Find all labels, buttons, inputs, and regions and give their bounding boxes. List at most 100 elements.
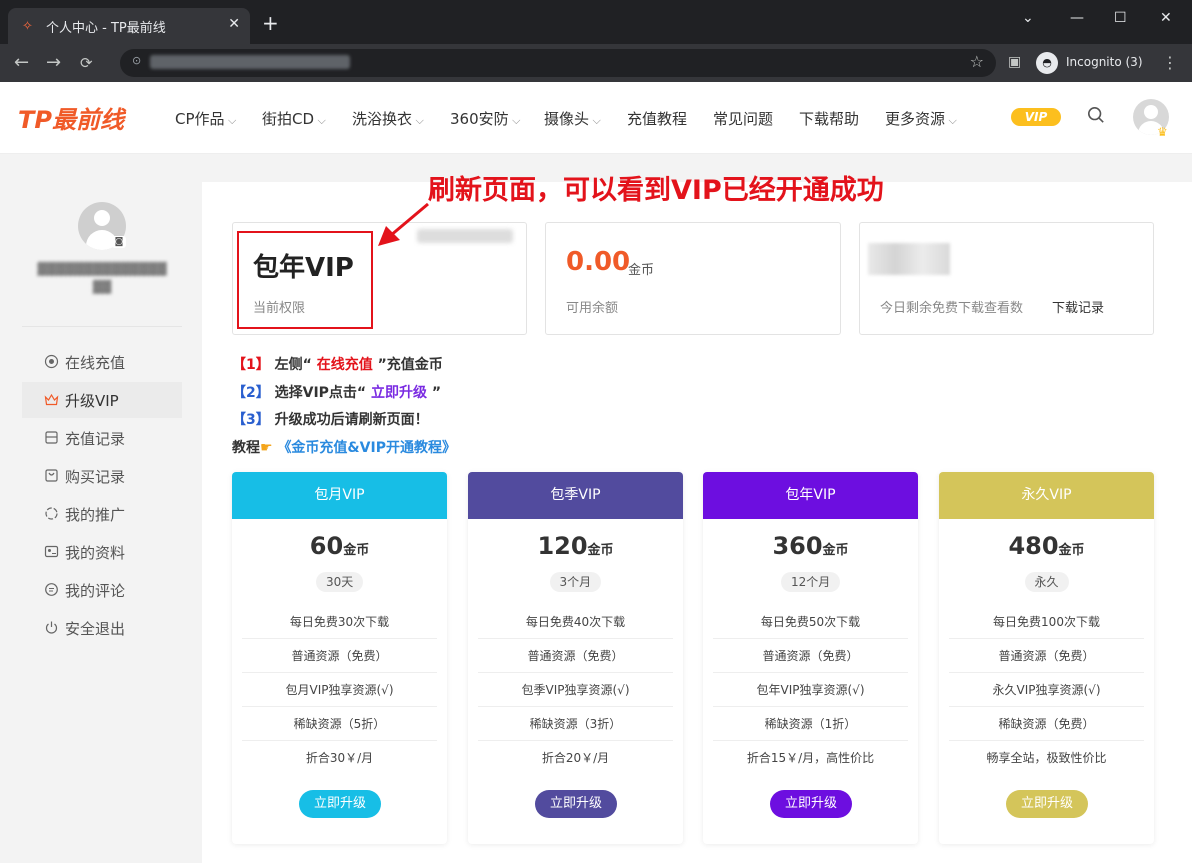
plan-feature: 稀缺资源（3折）	[478, 707, 673, 741]
plan-name: 永久VIP	[939, 472, 1154, 519]
close-tab-icon[interactable]: ✕	[228, 16, 240, 32]
upgrade-button[interactable]: 立即升级	[1006, 790, 1088, 818]
plan-feature: 折合30￥/月	[305, 751, 374, 765]
upgrade-button[interactable]: 立即升级	[299, 790, 381, 818]
sidebar-item-label: 充值记录	[65, 430, 126, 448]
tutorial-link[interactable]: 《金币充值&VIP开通教程》	[277, 440, 456, 456]
side-panel-icon[interactable]: ▣	[1008, 54, 1021, 70]
plan-feature: 每日免费100次下载	[949, 605, 1144, 639]
chevron-down-icon: ⌵	[412, 114, 424, 127]
sidebar-item-6[interactable]: 我的资料	[22, 534, 182, 570]
browser-tabbar: ✧ 个人中心 - TP最前线 ✕ + ⌄ — ☐ ✕	[0, 0, 1192, 44]
camera-icon[interactable]: ◙	[112, 236, 126, 248]
new-tab-icon[interactable]: +	[262, 13, 279, 33]
sidebar-item-5[interactable]: 我的推广	[22, 496, 182, 532]
plan-feature: 每日免费40次下载	[478, 605, 673, 639]
plan-name: 包月VIP	[232, 472, 447, 519]
plan-price: 60金币	[309, 532, 370, 560]
plan-card-1: 包月VIP 60金币 30天 每日免费30次下载 普通资源（免费） 包月VIP独享资源(√…	[232, 472, 447, 844]
share-icon	[45, 507, 58, 520]
nav-item-5[interactable]: 摄像头 ⌵	[544, 108, 601, 129]
bookmark-star-icon[interactable]: ☆	[970, 52, 984, 71]
nav-item-2[interactable]: 街拍CD ⌵	[262, 108, 326, 129]
sidebar-item-4[interactable]: 购买记录	[22, 458, 182, 494]
sidebar-item-1[interactable]: 在线充值	[22, 344, 182, 380]
upgrade-now-link[interactable]: 立即升级	[371, 385, 427, 401]
browser-menu-icon[interactable]: ⋮	[1162, 53, 1178, 72]
sidebar-item-label: 我的评论	[65, 582, 126, 600]
back-icon[interactable]: ←	[14, 52, 29, 73]
highlight-box	[237, 231, 373, 329]
sidebar-item-label: 升级VIP	[65, 392, 119, 410]
online-recharge-link[interactable]: 在线充值	[317, 357, 373, 373]
plan-feature: 每日免费30次下载	[242, 605, 437, 639]
profile-card-icon	[44, 545, 59, 558]
sidebar-item-label: 安全退出	[65, 620, 126, 638]
plan-duration: 30天	[316, 572, 364, 592]
plan-duration: 永久	[1024, 572, 1069, 592]
forward-icon[interactable]: →	[46, 52, 61, 73]
plan-price: 120金币	[537, 532, 614, 560]
sidebar-item-3[interactable]: 充值记录	[22, 420, 182, 456]
circle-coin-icon	[44, 354, 59, 369]
downloads-card: 今日剩余免费下载查看数 下载记录	[859, 222, 1154, 335]
reload-icon[interactable]: ⟳	[80, 54, 93, 72]
chevron-down-icon: ⌵	[224, 114, 237, 127]
plan-feature: 普通资源（免费）	[242, 639, 437, 673]
plan-card-3: 包年VIP 360金币 12个月 每日免费50次下载 普通资源（免费） 包年VIP独享资源…	[703, 472, 918, 844]
chevron-down-icon: ⌵	[945, 114, 957, 127]
sidebar-item-2[interactable]: 升级VIP	[22, 382, 182, 418]
nav-item-1[interactable]: CP作品 ⌵	[175, 108, 236, 129]
download-count-blurred	[868, 243, 950, 275]
annotation-text: 刷新页面，可以看到VIP已经开通成功	[428, 175, 884, 206]
plan-feature: 普通资源（免费）	[949, 639, 1144, 673]
address-bar[interactable]: ⊙ ☆	[120, 49, 996, 77]
plan-duration: 3个月	[549, 572, 602, 592]
nav-item-9[interactable]: 更多资源 ⌵	[885, 108, 957, 129]
balance-value: 0.00	[566, 247, 631, 277]
crown-icon	[44, 393, 59, 406]
address-url-blurred	[150, 55, 350, 69]
incognito-label[interactable]: Incognito (3)	[1066, 55, 1143, 69]
vip-badge[interactable]: VIP	[1011, 108, 1061, 126]
nav-item-4[interactable]: 360安防 ⌵	[450, 108, 520, 129]
download-records-link[interactable]: 下载记录	[1052, 297, 1104, 316]
minimize-icon[interactable]: —	[1070, 10, 1084, 26]
site-logo[interactable]: TP最前线	[18, 100, 124, 135]
chevron-down-icon: ⌵	[508, 114, 521, 127]
plan-feature: 稀缺资源（5折）	[242, 707, 437, 741]
plan-feature: 每日免费50次下载	[713, 605, 908, 639]
close-window-icon[interactable]: ✕	[1160, 10, 1172, 26]
tab-title: 个人中心 - TP最前线	[46, 21, 166, 36]
sidebar-item-label: 在线充值	[65, 354, 126, 372]
plan-feature: 稀缺资源（1折）	[713, 707, 908, 741]
nav-item-6[interactable]: 充值教程	[627, 108, 687, 129]
sidebar-item-label: 我的推广	[65, 506, 126, 524]
crown-icon: ♛	[1157, 125, 1168, 139]
site-info-icon[interactable]: ⊙	[132, 54, 141, 67]
sidebar-item-7[interactable]: 我的评论	[22, 572, 182, 608]
nav-item-7[interactable]: 常见问题	[713, 108, 773, 129]
browser-tab[interactable]: ✧ 个人中心 - TP最前线 ✕	[8, 8, 250, 44]
receipt-icon	[45, 431, 58, 444]
upgrade-button[interactable]: 立即升级	[535, 790, 617, 818]
sidebar-item-8[interactable]: 安全退出	[22, 610, 182, 646]
step-1: 【1】 左侧“ 在线充值 ”充值金币	[232, 357, 443, 373]
nav-item-8[interactable]: 下载帮助	[799, 108, 859, 129]
free-downloads-label: 今日剩余免费下载查看数	[880, 301, 1024, 316]
plan-price: 360金币	[772, 532, 849, 560]
tutorial-line: 教程☛ 《金币充值&VIP开通教程》	[232, 440, 456, 456]
plan-feature: 稀缺资源（免费）	[949, 707, 1144, 741]
tab-search-icon[interactable]: ⌄	[1022, 10, 1034, 26]
upgrade-button[interactable]: 立即升级	[770, 790, 852, 818]
plan-feature: 折合20￥/月	[541, 751, 610, 765]
power-icon	[45, 621, 58, 634]
incognito-icon[interactable]: ◓	[1036, 52, 1058, 74]
step-3: 【3】 升级成功后请刷新页面！	[232, 412, 429, 428]
maximize-icon[interactable]: ☐	[1114, 10, 1127, 26]
sidebar-item-label: 我的资料	[65, 544, 126, 562]
sidebar-divider	[22, 326, 182, 327]
chevron-down-icon: ⌵	[589, 114, 601, 127]
search-icon[interactable]	[1087, 106, 1105, 124]
nav-item-3[interactable]: 洗浴换衣 ⌵	[352, 108, 424, 129]
